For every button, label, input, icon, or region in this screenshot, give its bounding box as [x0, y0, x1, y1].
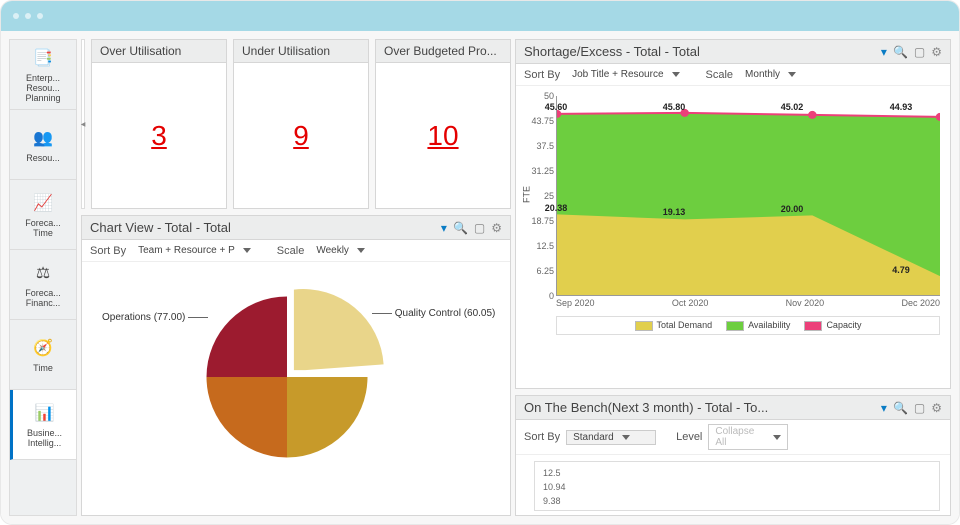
sidebar-item-label: Enterp... Resou... Planning: [25, 73, 60, 103]
window-titlebar: [1, 1, 959, 31]
x-tick: Sep 2020: [556, 298, 595, 308]
square-icon[interactable]: ▢: [474, 221, 485, 235]
x-tick: Oct 2020: [672, 298, 709, 308]
y-tick: 0: [549, 291, 554, 301]
sidebar-item-resources[interactable]: 👥 Resou...: [10, 110, 76, 180]
square-icon[interactable]: ▢: [914, 45, 925, 59]
search-icon[interactable]: 🔍: [893, 45, 908, 59]
bar-chart-icon: 📊: [34, 402, 56, 424]
search-icon[interactable]: 🔍: [453, 221, 468, 235]
chart-line-icon: 📈: [32, 192, 54, 214]
sort-label: Sort By: [524, 431, 560, 443]
scale-label: Scale: [706, 69, 734, 81]
kpi-title: Over Utilisation: [92, 40, 226, 63]
scale-select[interactable]: Weekly: [310, 244, 371, 257]
pie-chart: Operations (77.00) Quality Control (60.0…: [82, 262, 510, 492]
panel-title: On The Bench(Next 3 month) - Total - To.…: [524, 400, 768, 415]
y-tick: 37.5: [536, 141, 554, 151]
square-icon[interactable]: ▢: [914, 401, 925, 415]
scale-select[interactable]: Monthly: [739, 68, 802, 81]
y-tick: 6.25: [536, 266, 554, 276]
data-label: 45.80: [663, 102, 686, 112]
dot: [37, 13, 43, 19]
level-label: Level: [676, 431, 702, 443]
sidebar-item-bi[interactable]: 📊 Busine... Intellig...: [10, 390, 76, 460]
gear-icon[interactable]: ⚙: [931, 45, 942, 59]
level-select[interactable]: Collapse All: [708, 424, 788, 450]
y-tick: 43.75: [531, 116, 554, 126]
dot: [25, 13, 31, 19]
data-label: 20.38: [545, 203, 568, 213]
filter-icon[interactable]: ▾: [441, 221, 447, 235]
people-icon: 👥: [32, 127, 54, 149]
sidebar-rail: 📑 Enterp... Resou... Planning 👥 Resou...…: [9, 39, 77, 516]
pie-label-qc: Quality Control (60.05): [372, 308, 495, 319]
y-tick: 50: [544, 91, 554, 101]
dot: [13, 13, 19, 19]
balance-icon: ⚖: [32, 262, 54, 284]
kpi-card-over-util: Over Utilisation 3: [91, 39, 227, 209]
panel-title: Shortage/Excess - Total - Total: [524, 44, 700, 59]
data-label: 4.79: [892, 265, 910, 275]
kpi-value[interactable]: 9: [293, 120, 309, 152]
kpi-card-over-budget: Over Budgeted Pro... 10: [375, 39, 511, 209]
kpi-card-under-util: Under Utilisation 9: [233, 39, 369, 209]
sort-label: Sort By: [90, 245, 126, 257]
sidebar-item-label: Foreca... Time: [25, 218, 61, 238]
y-tick: 12.5: [536, 241, 554, 251]
panel-shortage-excess: Shortage/Excess - Total - Total ▾ 🔍 ▢ ⚙ …: [515, 39, 951, 389]
search-icon[interactable]: 🔍: [893, 401, 908, 415]
x-tick: Nov 2020: [786, 298, 825, 308]
y-axis-label: FTE: [522, 186, 532, 203]
sidebar-item-time[interactable]: 🧭 Time: [10, 320, 76, 390]
sort-select[interactable]: Team + Resource + P: [132, 244, 257, 257]
sidebar-item-forecast-finance[interactable]: ⚖ Foreca... Financ...: [10, 250, 76, 320]
scale-label: Scale: [277, 245, 305, 257]
chart-legend: Total Demand Availability Capacity: [556, 316, 940, 335]
kpi-value[interactable]: 3: [151, 120, 167, 152]
gear-icon[interactable]: ⚙: [931, 401, 942, 415]
pie-label-ops: Operations (77.00): [102, 312, 208, 323]
kpi-title: Under Utilisation: [234, 40, 368, 63]
filter-icon[interactable]: ▾: [881, 401, 887, 415]
data-label: 20.00: [781, 204, 804, 214]
sidebar-item-erp[interactable]: 📑 Enterp... Resou... Planning: [10, 40, 76, 110]
y-tick: 18.75: [531, 216, 554, 226]
sidebar-item-forecast-time[interactable]: 📈 Foreca... Time: [10, 180, 76, 250]
area-chart: FTE 50 43.75 37.5 31.25 25 18.75 12.5 6.…: [516, 86, 950, 310]
kpi-value[interactable]: 10: [427, 120, 458, 152]
sidebar-item-label: Resou...: [26, 153, 60, 163]
panel-chart-view: Chart View - Total - Total ▾ 🔍 ▢ ⚙ Sort …: [81, 215, 511, 516]
sort-select[interactable]: Job Title + Resource: [566, 68, 685, 81]
data-label: 45.02: [781, 102, 804, 112]
scroll-left-button[interactable]: ◀: [81, 39, 85, 209]
gear-icon[interactable]: ⚙: [491, 221, 502, 235]
y-tick: 31.25: [531, 166, 554, 176]
doc-icon: 📑: [32, 47, 54, 69]
y-ticks: 12.5 10.94 9.38: [543, 466, 931, 508]
x-tick: Dec 2020: [901, 298, 940, 308]
sidebar-item-label: Time: [33, 363, 53, 373]
panel-on-bench: On The Bench(Next 3 month) - Total - To.…: [515, 395, 951, 516]
panel-title: Chart View - Total - Total: [90, 220, 231, 235]
data-label: 44.93: [890, 102, 913, 112]
clock-icon: 🧭: [32, 337, 54, 359]
y-tick: 25: [544, 191, 554, 201]
data-label: 45.60: [545, 102, 568, 112]
data-label: 19.13: [663, 207, 686, 217]
sort-label: Sort By: [524, 69, 560, 81]
sidebar-item-label: Foreca... Financ...: [25, 288, 61, 308]
kpi-title: Over Budgeted Pro...: [376, 40, 510, 63]
sort-select[interactable]: Standard: [566, 430, 656, 445]
sidebar-item-label: Busine... Intellig...: [27, 428, 62, 448]
filter-icon[interactable]: ▾: [881, 45, 887, 59]
